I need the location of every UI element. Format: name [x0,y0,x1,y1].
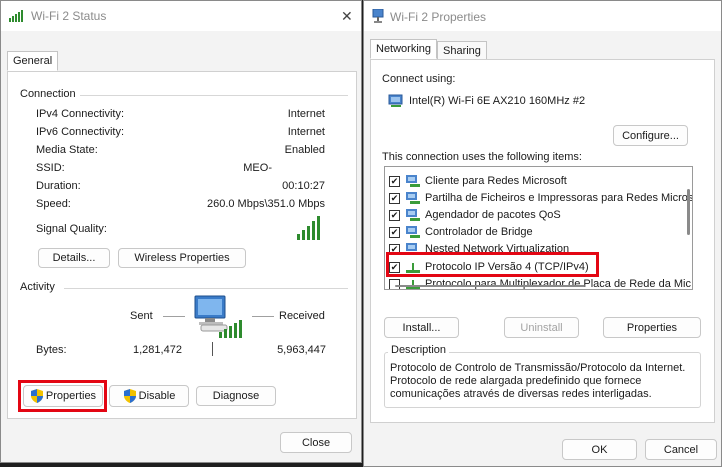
list-item[interactable]: ✔ Protocolo IP Versão 4 (TCP/IPv4) [389,259,589,275]
item-properties-button[interactable]: Properties [603,317,701,338]
properties-window-title: Wi-Fi 2 Properties [390,10,487,24]
item-checkbox[interactable] [389,278,400,289]
networking-panel: Connect using: Intel(R) Wi-Fi 6E AX210 1… [370,59,715,423]
list-item[interactable]: ✔ Partilha de Ficheiros e Impressoras pa… [389,190,693,206]
network-computer-icon [194,295,242,338]
ipv6-value: Internet [287,126,325,138]
activity-divider-tick [212,342,213,356]
bytes-label: Bytes: [36,344,67,356]
ipv6-label: IPv6 Connectivity: [36,126,125,138]
item-checkbox[interactable]: ✔ [389,192,400,204]
list-item[interactable]: ✔ Agendador de pacotes QoS [389,207,561,223]
vertical-scrollbar[interactable] [687,189,690,235]
list-item[interactable]: ✔ Nested Network Virtualization [389,241,569,257]
description-line-2: Protocolo de rede alargada predefinido q… [390,375,642,387]
item-checkbox[interactable]: ✔ [389,226,400,238]
duration-value: 00:10:27 [282,180,325,192]
speed-label: Speed: [36,198,71,210]
status-window-title: Wi-Fi 2 Status [31,9,107,23]
network-adapter-icon [372,9,384,23]
configure-button[interactable]: Configure... [613,125,688,146]
tab-general[interactable]: General [7,51,59,71]
connection-divider [80,95,348,96]
bytes-sent-value: 1,281,472 [133,344,182,356]
uninstall-button[interactable]: Uninstall [504,317,579,338]
item-label: Controlador de Bridge [425,226,533,238]
received-line [252,316,274,317]
ipv4-value: Internet [287,108,325,120]
ok-button[interactable]: OK [562,439,637,460]
media-state-value: Enabled [284,144,325,156]
cancel-button[interactable]: Cancel [645,439,717,460]
general-panel: Connection IPv4 Connectivity: Internet I… [7,71,357,419]
speed-value: 260.0 Mbps\351.0 Mbps [206,198,325,210]
protocol-icon [406,280,420,289]
install-button[interactable]: Install... [384,317,459,338]
item-checkbox[interactable]: ✔ [389,209,400,221]
received-label: Received [279,310,325,322]
shield-icon [30,389,43,403]
connect-using-label: Connect using: [382,73,456,85]
file-sharing-icon [406,192,420,204]
item-checkbox[interactable]: ✔ [389,261,400,273]
disable-button-label: Disable [138,390,176,402]
sent-line [163,316,185,317]
ipv4-label: IPv4 Connectivity: [36,108,125,120]
signal-icon [9,10,23,22]
tab-sharing[interactable]: Sharing [437,41,487,61]
description-line-1: Protocolo de Controlo de Transmissão/Pro… [390,362,686,374]
disable-button[interactable]: Disable [109,385,189,407]
item-label: Partilha de Ficheiros e Impressoras para… [425,192,693,204]
signal-bars-icon [297,216,320,240]
item-checkbox[interactable]: ✔ [389,243,400,255]
item-label: Cliente para Redes Microsoft [425,175,567,187]
list-item[interactable]: Protocolo para Multiplexador de Placa de… [389,276,691,290]
properties-button-label: Properties [45,390,97,402]
media-state-label: Media State: [36,144,98,156]
duration-label: Duration: [36,180,81,192]
virtualization-icon [406,243,420,255]
item-label: Agendador de pacotes QoS [425,209,561,221]
components-list[interactable]: ✔ Cliente para Redes Microsoft ✔ Partilh… [384,166,693,290]
close-icon[interactable]: ✕ [341,8,353,25]
ssid-value: MEO- [243,162,272,174]
description-line-3: comunicações através de diversas redes i… [390,388,652,400]
properties-titlebar[interactable]: Wi-Fi 2 Properties [364,1,721,31]
properties-button[interactable]: Properties [23,385,103,407]
wireless-properties-button[interactable]: Wireless Properties [118,248,246,268]
tab-networking[interactable]: Networking [370,39,438,59]
network-client-icon [406,175,420,187]
adapter-name: Intel(R) Wi-Fi 6E AX210 160MHz #2 [409,95,586,107]
qos-icon [406,209,420,221]
wifi-properties-window: Wi-Fi 2 Properties Networking Sharing Co… [363,0,722,467]
item-label: Nested Network Virtualization [425,243,570,255]
description-heading: Description [388,344,450,356]
ssid-label: SSID: [36,162,65,174]
protocol-icon [406,263,420,273]
bytes-received-value: 5,963,447 [277,344,326,356]
sent-label: Sent [130,310,153,322]
item-label: Protocolo para Multiplexador de Placa de… [425,278,691,290]
diagnose-button[interactable]: Diagnose [196,386,276,406]
activity-heading: Activity [20,281,55,293]
adapter-icon [388,94,403,107]
details-button[interactable]: Details... [38,248,110,268]
list-item[interactable]: ✔ Controlador de Bridge [389,224,533,240]
bridge-icon [406,226,420,238]
horizontal-scrollbar[interactable] [395,285,585,287]
close-button[interactable]: Close [280,432,352,453]
item-checkbox[interactable]: ✔ [389,175,400,187]
signal-quality-label: Signal Quality: [36,223,107,235]
activity-divider [64,288,348,289]
shield-icon [123,389,136,403]
wifi-status-window: Wi-Fi 2 Status ✕ General Connection IPv4… [0,0,362,463]
status-titlebar[interactable]: Wi-Fi 2 Status ✕ [1,1,361,31]
list-item[interactable]: ✔ Cliente para Redes Microsoft [389,173,567,189]
items-label: This connection uses the following items… [382,151,582,163]
item-label: Protocolo IP Versão 4 (TCP/IPv4) [425,261,589,273]
connection-heading: Connection [20,88,76,100]
